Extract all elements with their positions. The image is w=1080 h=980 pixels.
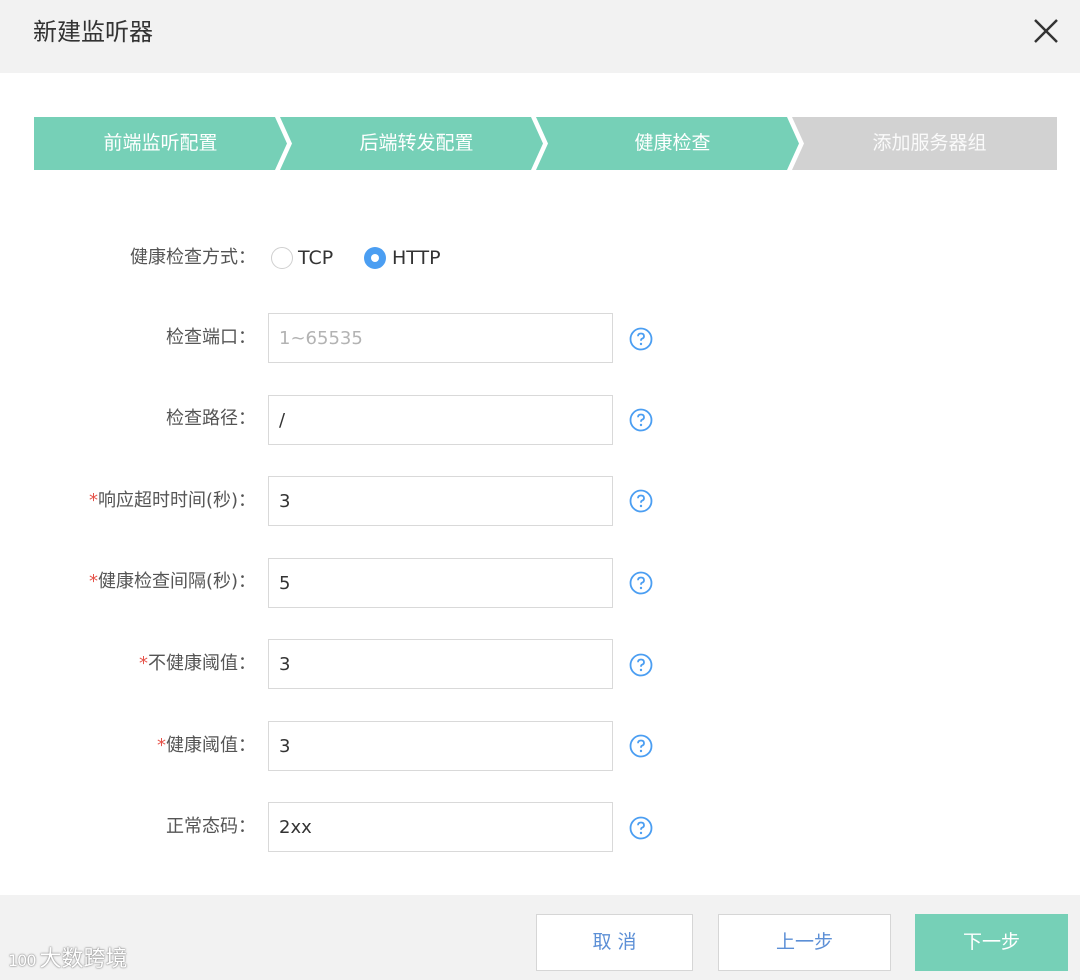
port-input[interactable] xyxy=(268,313,613,363)
help-icon[interactable] xyxy=(629,816,653,840)
unhealthy-label-text: 不健康阈值： xyxy=(148,653,256,674)
dialog-header: 新建监听器 xyxy=(0,0,1080,73)
timeout-label-text: 响应超时时间(秒)： xyxy=(97,490,256,511)
cancel-button[interactable]: 取 消 xyxy=(536,914,693,971)
help-icon[interactable] xyxy=(629,408,653,432)
healthy-label-text: 健康阈值： xyxy=(166,735,256,756)
wizard-steps: 前端监听配置 后端转发配置 健康检查 添加服务器组 xyxy=(34,117,1057,170)
healthy-input[interactable] xyxy=(268,721,613,771)
help-icon[interactable] xyxy=(629,571,653,595)
step-add-server-group: 添加服务器组 xyxy=(872,132,987,154)
step-health-check: 健康检查 xyxy=(634,132,711,154)
required-star: * xyxy=(88,571,98,592)
help-icon[interactable] xyxy=(629,489,653,513)
help-icon[interactable] xyxy=(629,327,653,351)
interval-label-text: 健康检查间隔(秒)： xyxy=(97,571,256,592)
required-star: * xyxy=(139,653,148,674)
prev-step-button[interactable]: 上一步 xyxy=(718,914,891,971)
path-input[interactable] xyxy=(268,395,613,445)
required-star: * xyxy=(88,490,98,511)
watermark-text: 大数跨境 xyxy=(39,947,128,972)
required-star: * xyxy=(157,735,166,756)
next-step-button[interactable]: 下一步 xyxy=(915,914,1068,971)
dialog-title: 新建监听器 xyxy=(33,18,153,46)
timeout-label: *响应超时时间(秒)： xyxy=(4,488,256,514)
watermark: 100 大数跨境 xyxy=(8,946,128,974)
status-code-input[interactable] xyxy=(268,802,613,852)
help-icon[interactable] xyxy=(629,653,653,677)
interval-label: *健康检查间隔(秒)： xyxy=(4,569,256,595)
radio-http-label[interactable]: HTTP xyxy=(392,245,441,271)
radio-tcp-label[interactable]: TCP xyxy=(298,245,333,271)
healthy-label: *健康阈值： xyxy=(4,733,256,759)
close-icon[interactable] xyxy=(1029,14,1063,48)
radio-http[interactable] xyxy=(364,247,386,269)
step-front-listener: 前端监听配置 xyxy=(103,132,218,154)
interval-input[interactable] xyxy=(268,558,613,608)
path-label: 检查路径： xyxy=(166,408,256,429)
step-backend-forward: 后端转发配置 xyxy=(359,132,474,154)
unhealthy-label: *不健康阈值： xyxy=(4,651,256,677)
unhealthy-input[interactable] xyxy=(268,639,613,689)
timeout-input[interactable] xyxy=(268,476,613,526)
status-code-label: 正常态码： xyxy=(166,816,256,837)
radio-tcp[interactable] xyxy=(271,247,293,269)
method-label: 健康检查方式： xyxy=(130,247,256,268)
watermark-logo: 100 xyxy=(8,951,37,970)
help-icon[interactable] xyxy=(629,734,653,758)
port-label: 检查端口： xyxy=(166,327,256,348)
